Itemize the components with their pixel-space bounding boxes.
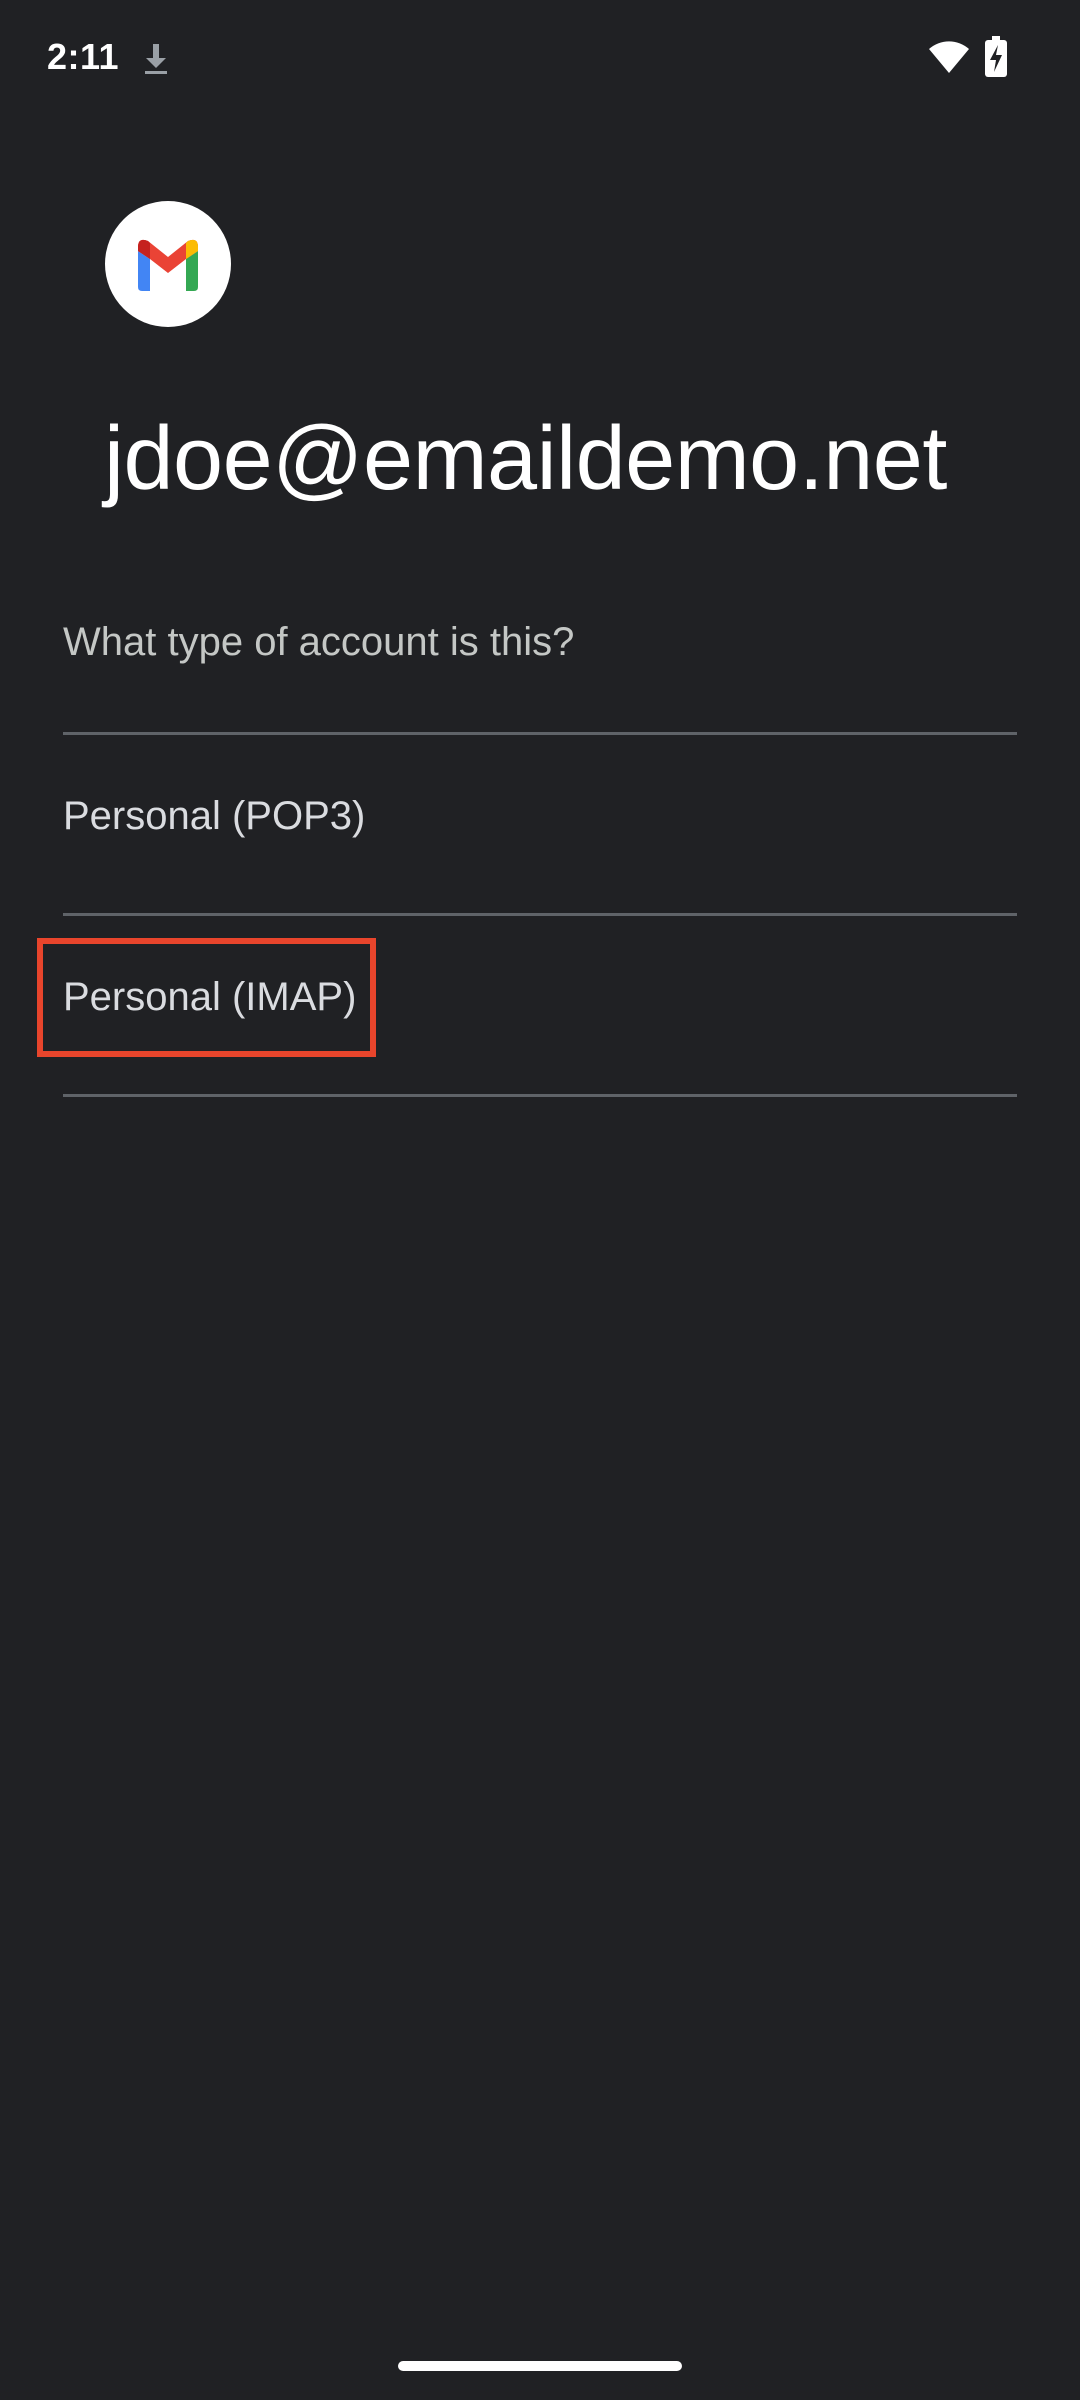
option-label: Personal (IMAP) — [63, 975, 357, 1019]
gesture-navigation-handle[interactable] — [398, 2361, 682, 2371]
status-time: 2:11 — [47, 36, 120, 77]
gmail-logo-icon — [105, 201, 231, 327]
account-email-heading: jdoe@emaildemo.net — [104, 409, 947, 509]
option-personal-imap[interactable]: Personal (IMAP) — [36, 916, 1036, 1094]
status-bar: 2:11 — [0, 0, 1080, 116]
battery-charging-icon — [984, 36, 1008, 78]
option-personal-pop3[interactable]: Personal (POP3) — [36, 735, 1036, 913]
option-label: Personal (POP3) — [63, 794, 366, 838]
wifi-icon — [928, 40, 970, 74]
divider — [63, 1094, 1017, 1097]
download-icon — [142, 40, 170, 76]
account-type-question: What type of account is this? — [63, 620, 575, 664]
account-type-screen: 2:11 jdoe@emaildemo.net What type of acc… — [0, 0, 1080, 2400]
